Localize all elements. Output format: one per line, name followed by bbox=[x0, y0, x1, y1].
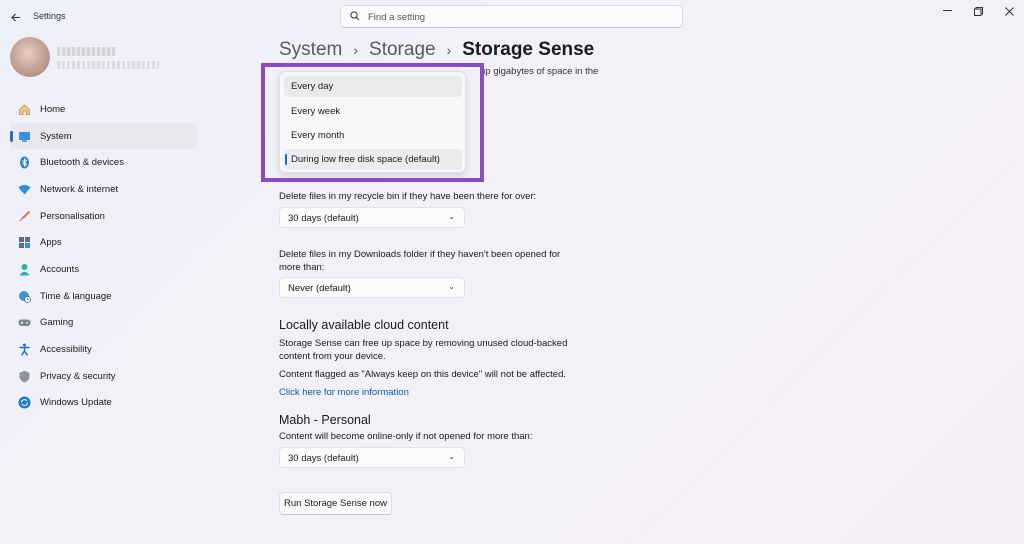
sidebar-item-label: Gaming bbox=[40, 317, 74, 329]
account-name-redacted bbox=[57, 47, 117, 56]
back-arrow-icon[interactable] bbox=[8, 10, 24, 24]
chevron-down-icon: ⌄ bbox=[448, 452, 455, 461]
update-icon bbox=[18, 396, 31, 409]
wifi-icon bbox=[18, 183, 31, 196]
sidebar-item-label: Time & language bbox=[40, 290, 112, 302]
sidebar-item-label: Network & internet bbox=[40, 183, 119, 195]
cloud-note: Content flagged as "Always keep on this … bbox=[279, 369, 566, 380]
cloud-desc-line1: Storage Sense can free up space by remov… bbox=[279, 338, 568, 349]
breadcrumb-system[interactable]: System bbox=[279, 39, 342, 61]
minimize-button[interactable] bbox=[932, 5, 962, 17]
search-icon bbox=[350, 11, 360, 21]
system-icon bbox=[18, 130, 31, 143]
accessibility-icon bbox=[18, 343, 31, 356]
sidebar-item-accessibility[interactable]: Accessibility bbox=[10, 336, 197, 363]
run-storage-sense-button[interactable]: Run Storage Sense now bbox=[279, 492, 392, 515]
sidebar-item-bluetooth[interactable]: Bluetooth & devices bbox=[10, 149, 197, 176]
sidebar-item-time-language[interactable]: Time & language bbox=[10, 283, 197, 310]
dropdown-value: 30 days (default) bbox=[288, 213, 359, 224]
sidebar-item-label: System bbox=[40, 130, 72, 142]
sidebar-item-label: Bluetooth & devices bbox=[40, 157, 124, 169]
dropdown-value: Never (default) bbox=[288, 283, 351, 294]
account-email-redacted bbox=[57, 61, 159, 69]
maximize-button[interactable] bbox=[963, 5, 993, 17]
recycle-bin-dropdown[interactable]: 30 days (default) ⌄ bbox=[279, 207, 465, 228]
cloud-content-title: Locally available cloud content bbox=[279, 318, 449, 332]
downloads-dropdown[interactable]: Never (default) ⌄ bbox=[279, 277, 465, 298]
recycle-bin-label: Delete files in my recycle bin if they h… bbox=[279, 191, 537, 202]
avatar[interactable] bbox=[10, 37, 50, 77]
onedrive-dropdown[interactable]: 30 days (default) ⌄ bbox=[279, 447, 465, 468]
chevron-right-icon: › bbox=[353, 42, 359, 58]
onedrive-account-title: Mabh - Personal bbox=[279, 413, 371, 427]
chevron-down-icon: ⌄ bbox=[448, 212, 455, 221]
chevron-right-icon: › bbox=[446, 42, 452, 58]
close-button[interactable] bbox=[994, 5, 1024, 17]
shield-icon bbox=[18, 370, 31, 383]
sidebar-item-system[interactable]: System bbox=[10, 122, 197, 150]
person-icon bbox=[18, 263, 31, 276]
globe-clock-icon bbox=[18, 290, 31, 303]
search-placeholder: Find a setting bbox=[368, 12, 426, 23]
bluetooth-icon bbox=[18, 156, 31, 169]
brush-icon bbox=[18, 210, 31, 223]
home-icon bbox=[18, 103, 31, 116]
onedrive-label: Content will become online-only if not o… bbox=[279, 431, 533, 442]
obscured-description: up gigabytes of space in the bbox=[480, 66, 599, 77]
breadcrumb-storage[interactable]: Storage bbox=[369, 39, 436, 61]
sidebar-item-label: Accounts bbox=[40, 263, 80, 275]
more-info-link[interactable]: Click here for more information bbox=[279, 387, 409, 398]
breadcrumb: System › Storage › Storage Sense bbox=[279, 39, 594, 61]
search-input[interactable]: Find a setting bbox=[340, 5, 683, 28]
title-bar: Settings Find a setting bbox=[0, 0, 1024, 34]
sidebar-item-accounts[interactable]: Accounts bbox=[10, 256, 197, 283]
sidebar-item-personalisation[interactable]: Personalisation bbox=[10, 203, 197, 230]
sidebar-item-network[interactable]: Network & internet bbox=[10, 176, 197, 203]
cloud-content-description: Storage Sense can free up space by remov… bbox=[279, 337, 567, 363]
sidebar-item-label: Apps bbox=[40, 237, 62, 249]
page-title: Storage Sense bbox=[462, 39, 595, 60]
downloads-label-line1: Delete files in my Downloads folder if t… bbox=[279, 249, 561, 260]
dropdown-value: 30 days (default) bbox=[288, 453, 359, 464]
downloads-label: Delete files in my Downloads folder if t… bbox=[279, 248, 560, 274]
sidebar-item-label: Personalisation bbox=[40, 210, 105, 222]
sidebar-item-privacy-security[interactable]: Privacy & security bbox=[10, 363, 197, 390]
sidebar-item-label: Windows Update bbox=[40, 397, 112, 409]
sidebar-item-home[interactable]: Home bbox=[10, 96, 197, 123]
sidebar-item-windows-update[interactable]: Windows Update bbox=[10, 390, 197, 417]
chevron-down-icon: ⌄ bbox=[448, 282, 455, 291]
gamepad-icon bbox=[18, 316, 31, 329]
app-title: Settings bbox=[33, 11, 66, 21]
sidebar-item-label: Privacy & security bbox=[40, 370, 116, 382]
sidebar-item-gaming[interactable]: Gaming bbox=[10, 310, 197, 337]
cloud-desc-line2: content from your device. bbox=[279, 351, 386, 362]
highlight-annotation-box bbox=[261, 63, 484, 182]
sidebar-item-label: Accessibility bbox=[40, 344, 92, 356]
apps-icon bbox=[18, 236, 31, 249]
sidebar-nav: Home System Bluetooth & devices Network … bbox=[10, 96, 197, 416]
downloads-label-line2: more than: bbox=[279, 262, 325, 273]
sidebar-item-apps[interactable]: Apps bbox=[10, 229, 197, 256]
sidebar-item-label: Home bbox=[40, 103, 66, 115]
